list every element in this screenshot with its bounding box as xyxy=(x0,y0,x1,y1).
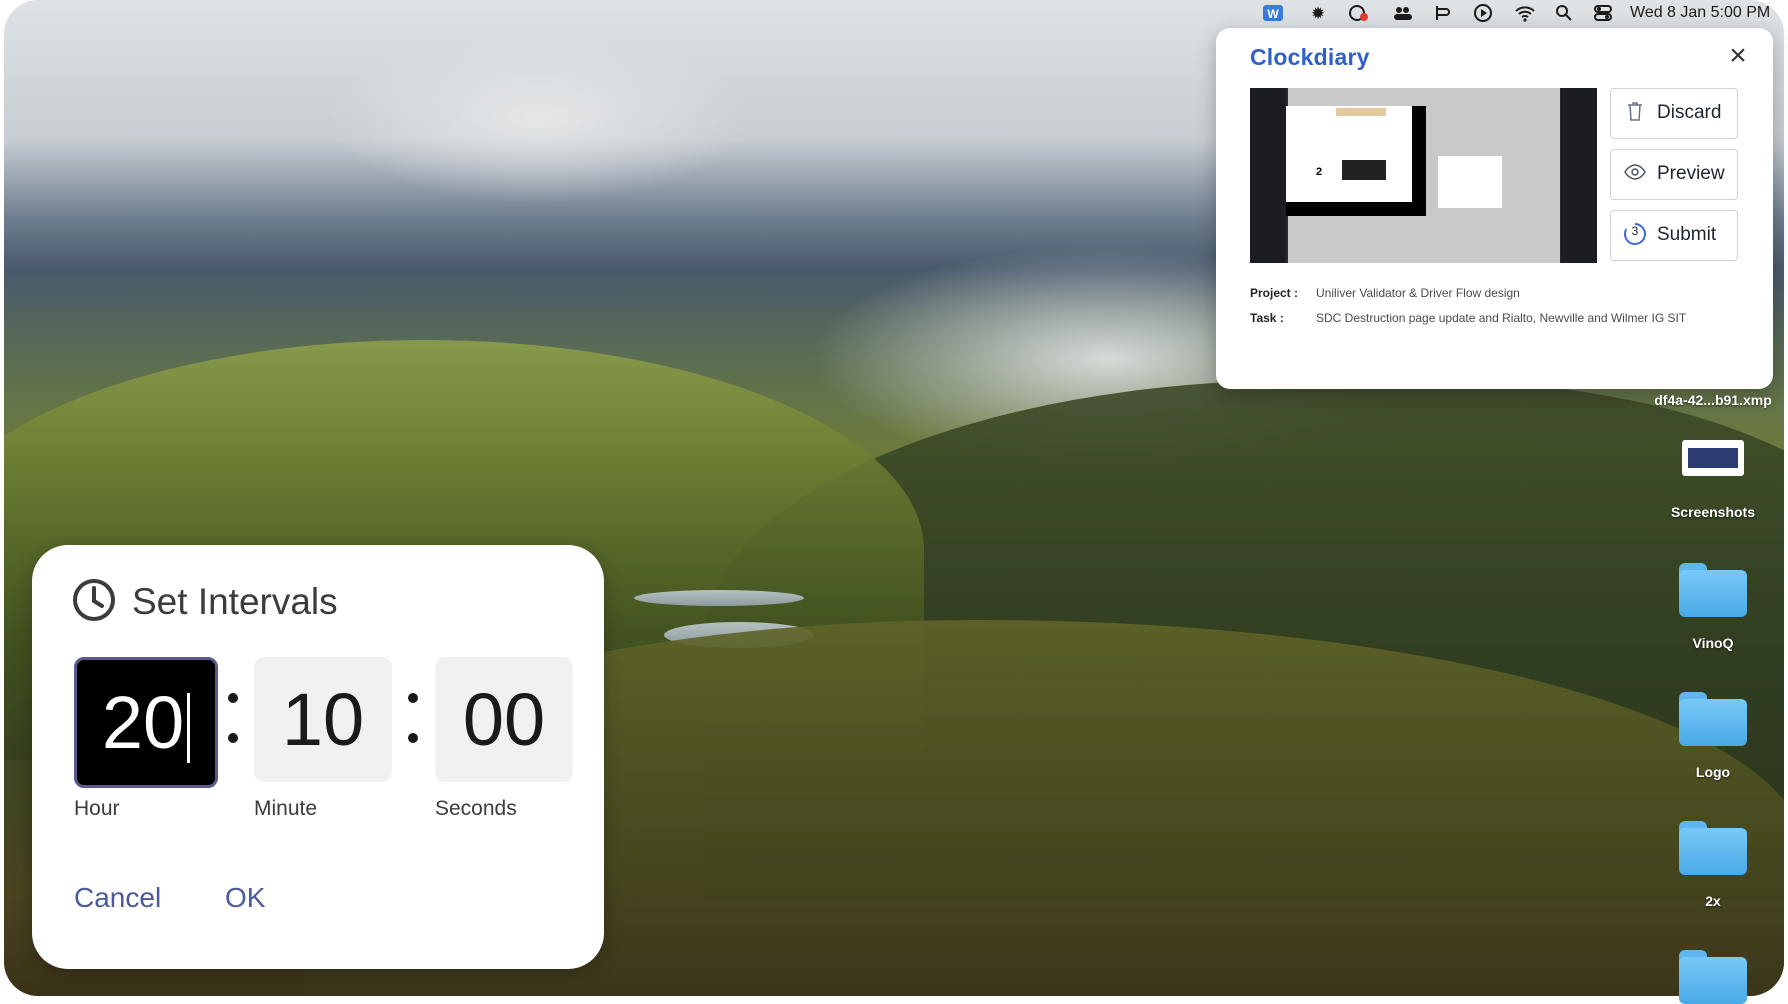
desktop-item-label: 2x xyxy=(1705,893,1721,909)
time-separator xyxy=(225,683,239,753)
desktop-folder-screenshots[interactable]: Screenshots xyxy=(1648,440,1778,520)
clockdiary-capture-panel: Clockdiary × 2 Discard Preview 3 Submit xyxy=(1216,28,1773,389)
submit-label: Submit xyxy=(1657,224,1717,245)
thumbnail-counter: 2 xyxy=(1316,166,1323,178)
play-icon[interactable] xyxy=(1472,3,1494,25)
thumbnail-banner xyxy=(1336,108,1386,116)
close-icon[interactable]: × xyxy=(1723,41,1753,72)
seconds-input[interactable]: 00 xyxy=(435,657,573,782)
desktop-item-label: Screenshots xyxy=(1670,504,1756,520)
wifi-icon[interactable] xyxy=(1514,3,1536,25)
folder-icon xyxy=(1679,950,1747,1004)
ingress-icon[interactable] xyxy=(1432,3,1454,25)
desktop-folder-vinoq[interactable]: VinoQ xyxy=(1648,563,1778,651)
minute-label: Minute xyxy=(254,797,318,820)
wallpaper-lake xyxy=(634,590,804,606)
time-separator xyxy=(405,683,419,753)
desktop-folder-logo[interactable]: Logo xyxy=(1648,692,1778,780)
thumbnail-sidebar xyxy=(1250,88,1286,263)
project-value: Uniliver Validator & Driver Flow design xyxy=(1316,286,1520,300)
preview-label: Preview xyxy=(1657,163,1725,184)
countdown-icon: 3 xyxy=(1623,222,1647,246)
folder-icon xyxy=(1679,692,1747,746)
screenshot-thumbnail[interactable]: 2 xyxy=(1250,88,1597,263)
trash-icon xyxy=(1623,100,1647,124)
submit-button[interactable]: 3 Submit xyxy=(1610,210,1738,261)
thumbnail-window xyxy=(1438,156,1502,208)
dialog-title: Set Intervals xyxy=(132,581,338,622)
svg-text:W: W xyxy=(1267,7,1279,21)
thumbnail-image xyxy=(1342,160,1386,180)
clockdiary-app-icon[interactable]: W xyxy=(1262,3,1284,25)
hour-value: 20 xyxy=(101,681,185,764)
task-value: SDC Destruction page update and Rialto, … xyxy=(1316,311,1687,325)
thumbnail-strip xyxy=(1688,448,1738,468)
thumbnail-dialog-body: 2 xyxy=(1286,106,1412,202)
countdown-number: 3 xyxy=(1632,224,1639,238)
ok-button[interactable]: OK xyxy=(225,882,265,914)
discard-button[interactable]: Discard xyxy=(1610,88,1738,139)
project-label: Project : xyxy=(1250,286,1299,300)
thumbnail-dialog: 2 xyxy=(1286,106,1426,216)
desktop-folder-2x[interactable]: 2x xyxy=(1648,821,1778,909)
seconds-label: Seconds xyxy=(435,797,517,820)
text-cursor xyxy=(187,693,191,764)
desktop-item-label: df4a-42...b91.xmp xyxy=(1654,392,1772,408)
users-icon[interactable] xyxy=(1392,3,1414,25)
minute-input[interactable]: 10 xyxy=(254,657,392,782)
cancel-button[interactable]: Cancel xyxy=(74,882,161,914)
eye-icon xyxy=(1623,161,1647,185)
desktop-item-label: Logo xyxy=(1695,764,1731,780)
discard-label: Discard xyxy=(1657,102,1722,123)
desktop-folder[interactable] xyxy=(1648,950,1778,1004)
menubar-clock[interactable]: Wed 8 Jan 5:00 PM xyxy=(1630,4,1770,22)
clockdiary-logo: Clockdiary xyxy=(1250,44,1370,70)
task-label: Task : xyxy=(1250,311,1284,325)
hour-input[interactable]: 20 xyxy=(74,657,218,788)
clock-icon xyxy=(72,578,115,621)
preview-button[interactable]: Preview xyxy=(1610,149,1738,200)
desktop-item-label: VinoQ xyxy=(1692,635,1734,651)
control-center-icon[interactable] xyxy=(1592,3,1614,25)
hour-label: Hour xyxy=(74,797,120,820)
set-intervals-dialog: Set Intervals 20 10 00 Hour Minute Secon… xyxy=(32,545,604,969)
thumbnail-sidebar xyxy=(1561,88,1597,263)
folder-icon xyxy=(1679,821,1747,875)
desktop-file-xmp[interactable]: df4a-42...b91.xmp xyxy=(1648,392,1778,408)
folder-icon xyxy=(1679,563,1747,617)
cloud-sync-icon[interactable] xyxy=(1347,3,1369,25)
menu-bar: W ✹ Wed 8 Jan 5:00 PM xyxy=(0,0,1788,28)
search-icon[interactable] xyxy=(1553,3,1575,25)
gear-icon[interactable]: ✹ xyxy=(1307,3,1329,25)
screenshot-thumbnail-icon xyxy=(1682,440,1744,476)
